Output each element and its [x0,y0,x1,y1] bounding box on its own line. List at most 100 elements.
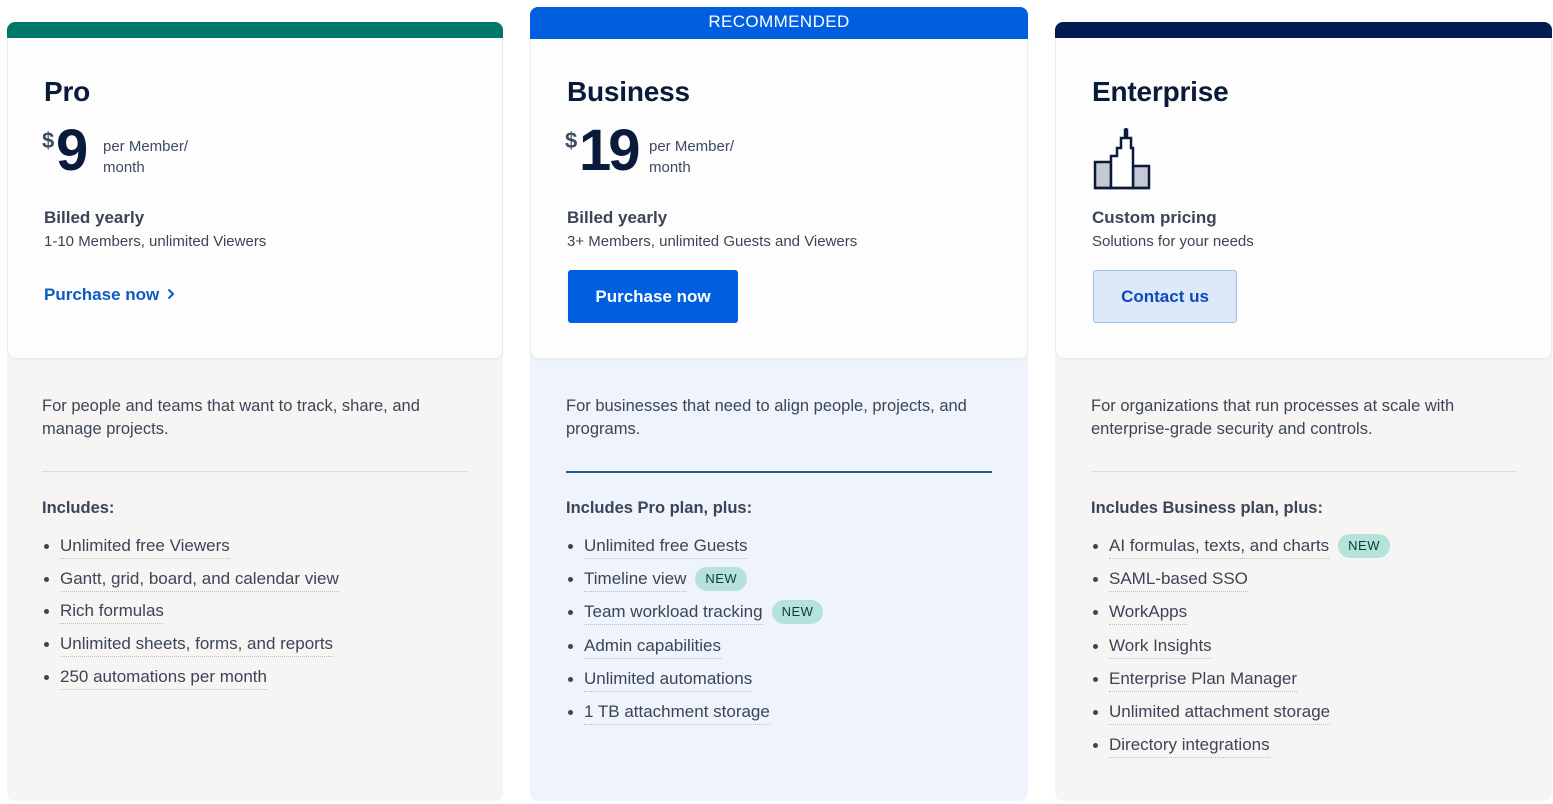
bullet-icon [1093,643,1098,649]
plan-summary-card: Business $ 19 per Member/month Billed ye… [530,39,1028,359]
feature-item: Timeline view NEW [566,567,823,601]
bullet-icon [1093,709,1098,715]
bullet-icon [44,674,49,680]
feature-label[interactable]: AI formulas, texts, and charts [1109,535,1330,559]
chevron-right-icon [167,287,175,304]
bullet-icon [44,544,49,549]
recommended-ribbon: RECOMMENDED [530,7,1028,39]
feature-label[interactable]: Timeline view [584,568,687,593]
feature-label[interactable]: Gantt, grid, board, and calendar view [60,568,339,592]
billing-subtitle: 3+ Members, unlimited Guests and Viewers [567,233,858,250]
plan-name: Enterprise [1092,76,1229,107]
feature-label[interactable]: Enterprise Plan Manager [1109,668,1298,692]
feature-item: Enterprise Plan Manager [1091,668,1390,701]
feature-label[interactable]: SAML-based SSO [1109,568,1248,593]
bullet-icon [1093,743,1098,749]
bullet-icon [568,643,573,649]
feature-item: Unlimited automations [566,668,823,701]
new-badge: NEW [771,600,824,625]
divider [566,471,992,473]
includes-heading: Includes Business plan, plus: [1091,499,1323,517]
feature-label[interactable]: WorkApps [1109,601,1188,626]
feature-list: Unlimited free Viewers Gantt, grid, boar… [42,535,339,698]
feature-item: Unlimited attachment storage [1091,701,1390,734]
new-badge: NEW [695,567,748,592]
bullet-icon [568,709,573,715]
feature-item: Gantt, grid, board, and calendar view [42,568,339,601]
billing-subtitle: Solutions for your needs [1092,233,1254,250]
feature-item: Team workload tracking NEW [566,600,824,634]
feature-label[interactable]: Admin capabilities [584,635,722,659]
feature-item: 1 TB attachment storage [566,701,823,734]
feature-item: Directory integrations [1091,734,1390,767]
bullet-icon [568,577,573,583]
billing-title: Custom pricing [1092,208,1217,227]
feature-label[interactable]: Rich formulas [60,600,164,625]
price-currency: $ [42,128,55,153]
bullet-icon [44,609,49,615]
price-amount: 19 [579,118,640,183]
feature-label[interactable]: Team workload tracking [584,601,763,626]
plan-summary-card: Enterprise Custom pricing Solutions for … [1055,38,1552,359]
billing-title: Billed yearly [44,208,145,227]
bullet-icon [44,642,49,648]
plan-description: For organizations that run processes at … [1091,397,1455,438]
divider [42,471,468,472]
includes-heading: Includes: [42,499,115,517]
price-currency: $ [565,128,578,153]
feature-item: WorkApps [1091,601,1390,634]
bullet-icon [1093,577,1098,583]
price-period: per Member/month [103,138,189,176]
includes-heading: Includes Pro plan, plus: [566,499,753,517]
feature-label[interactable]: Directory integrations [1109,734,1270,759]
plan-name: Business [567,76,690,107]
plan-summary-card: Pro $ 9 per Member/month Billed yearly 1… [7,38,503,359]
feature-list: AI formulas, texts, and charts NEW SAML-b… [1091,534,1390,767]
billing-title: Billed yearly [567,208,668,227]
building-icon [1093,128,1151,190]
feature-item: Unlimited free Viewers [42,535,339,568]
bullet-icon [1093,610,1098,616]
purchase-now-button[interactable]: Purchase now [568,270,738,323]
plan-name: Pro [44,76,91,107]
feature-item: Unlimited free Guests [566,535,823,568]
feature-label[interactable]: Work Insights [1109,635,1212,659]
price-amount: 9 [56,118,88,183]
pricing-plans: Pro $ 9 per Member/month Billed yearly 1… [0,0,1553,804]
contact-us-button[interactable]: Contact us [1093,270,1237,323]
bullet-icon [44,576,49,582]
feature-item: Work Insights [1091,635,1390,668]
plan-accent-bar [1055,22,1552,38]
feature-item: Unlimited sheets, forms, and reports [42,633,339,666]
feature-label[interactable]: 250 automations per month [60,666,267,690]
price-period: per Member/month [649,138,735,176]
plan-business: RECOMMENDED Business $ 19 per Member/mon… [530,0,1028,804]
plan-accent-bar [7,22,503,38]
feature-label[interactable]: Unlimited automations [584,668,753,692]
plan-pro: Pro $ 9 per Member/month Billed yearly 1… [7,0,503,804]
feature-item: Admin capabilities [566,635,823,668]
bullet-icon [568,610,573,616]
plan-description: For people and teams that want to track,… [42,397,420,438]
bullet-icon [1093,676,1098,682]
feature-item: AI formulas, texts, and charts NEW [1091,534,1390,568]
new-badge: NEW [1338,534,1390,558]
feature-item: SAML-based SSO [1091,568,1390,601]
bullet-icon [1093,544,1098,549]
feature-label[interactable]: Unlimited attachment storage [1109,701,1331,725]
divider [1091,471,1517,472]
plan-description: For businesses that need to align people… [566,397,967,438]
feature-item: 250 automations per month [42,666,339,699]
feature-item: Rich formulas [42,600,339,633]
bullet-icon [568,676,573,682]
purchase-now-label: Purchase now [44,285,160,304]
purchase-now-link[interactable]: Purchase now [44,285,175,305]
feature-label[interactable]: Unlimited free Viewers [60,535,230,559]
feature-label[interactable]: 1 TB attachment storage [584,701,770,725]
feature-label[interactable]: Unlimited free Guests [584,535,748,559]
billing-subtitle: 1-10 Members, unlimited Viewers [44,233,267,250]
plan-enterprise: Enterprise Custom pricing Solutions for … [1055,0,1552,804]
feature-label[interactable]: Unlimited sheets, forms, and reports [60,633,334,658]
feature-list: Unlimited free Guests Timeline view NEW T… [566,535,824,734]
bullet-icon [568,544,573,549]
